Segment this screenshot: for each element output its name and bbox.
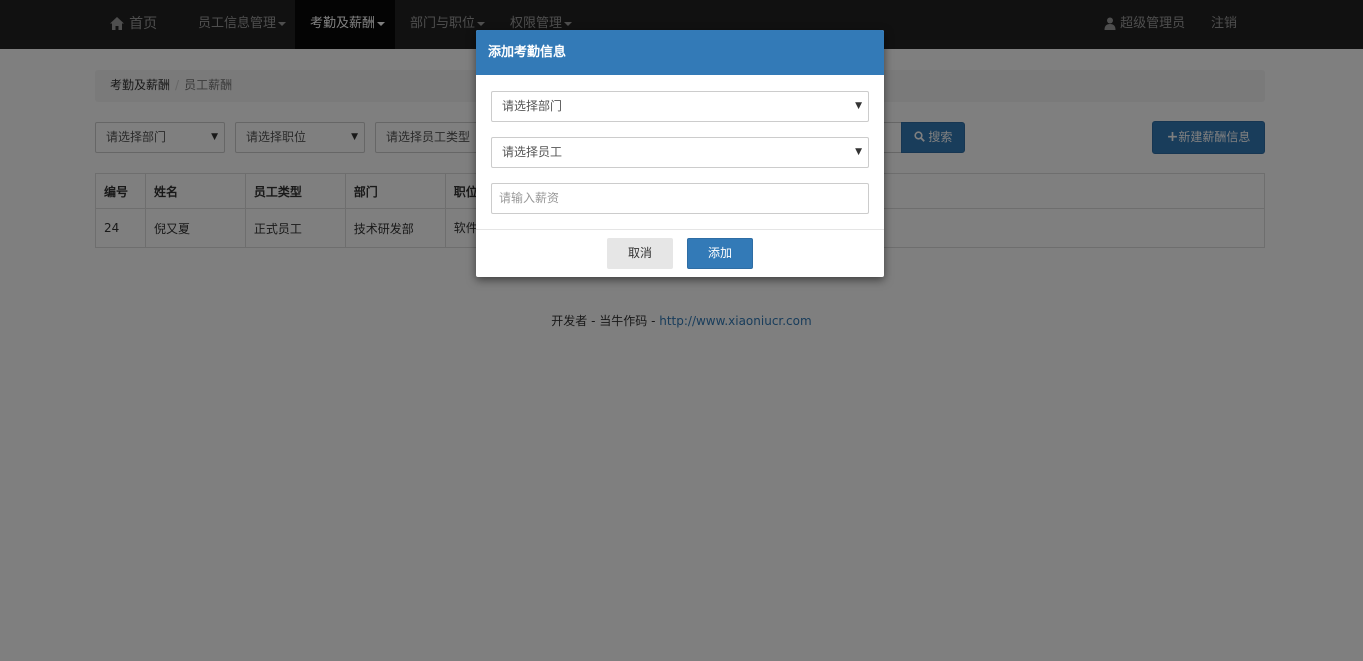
modal-dept-select[interactable]: 请选择部门 ▼ (491, 91, 869, 122)
dropdown-arrow-icon: ▼ (855, 147, 862, 157)
select-value: 请选择员工 (502, 145, 563, 159)
salary-input[interactable]: 请输入薪资 (491, 183, 869, 214)
dropdown-arrow-icon: ▼ (855, 101, 862, 111)
modal-employee-select[interactable]: 请选择员工 ▼ (491, 137, 869, 168)
modal-title: 添加考勤信息 (476, 30, 884, 75)
salary-input-placeholder: 请输入薪资 (499, 191, 560, 205)
add-button[interactable]: 添加 (687, 238, 753, 269)
modal-divider (476, 229, 884, 230)
add-attendance-modal: 添加考勤信息 请选择部门 ▼ 请选择员工 ▼ 请输入薪资 取消 添加 (476, 30, 884, 277)
cancel-button[interactable]: 取消 (607, 238, 673, 269)
select-value: 请选择部门 (502, 99, 563, 113)
